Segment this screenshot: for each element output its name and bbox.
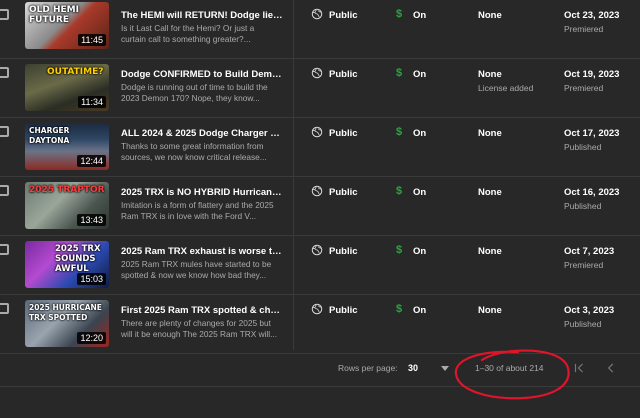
monetization-label[interactable]: On [413,246,426,257]
video-date: Oct 7, 2023 [564,246,615,257]
rows-per-page-select[interactable]: 30 [408,363,418,373]
video-date-status: Published [564,201,602,211]
restrictions-label: None [478,305,502,316]
video-thumbnail[interactable]: 2025 TRX SOUNDS AWFUL 15:03 [25,241,109,288]
video-row[interactable]: 2025 TRAPTOR 13:43 2025 TRX is NO HYBRID… [0,177,640,236]
thumbnail-text: 2025 HURRICANE TRX SPOTTED [29,303,102,322]
monetization-label[interactable]: On [413,305,426,316]
video-duration: 13:43 [77,214,106,226]
globe-icon [311,303,323,315]
visibility-label[interactable]: Public [329,69,358,80]
video-description: There are plenty of changes for 2025 but… [121,318,278,339]
video-row[interactable]: OUTATIME? 11:34 Dodge CONFIRMED to Build… [0,59,640,118]
video-date-status: Published [564,142,602,152]
dropdown-caret-icon[interactable] [441,366,449,371]
video-date-status: Premiered [564,83,604,93]
row-checkbox[interactable] [0,185,9,196]
video-description: Dodge is running out of time to build th… [121,82,268,103]
video-date: Oct 23, 2023 [564,10,620,21]
video-title[interactable]: ALL 2024 & 2025 Dodge Charger & Ch... [121,128,283,139]
video-date-status: Premiered [564,24,604,34]
video-description: Imitation is a form of flattery and the … [121,200,274,221]
video-date-status: Premiered [564,260,604,270]
visibility-label[interactable]: Public [329,246,358,257]
restrictions-sub: License added [478,83,534,93]
video-date-status: Published [564,319,602,329]
video-title[interactable]: 2025 TRX is NO HYBRID Hurricane Ra... [121,187,283,198]
thumbnail-text: 2025 TRAPTOR [29,185,105,195]
dollar-icon: $ [396,126,403,138]
globe-icon [311,244,323,256]
video-description: Is it Last Call for the Hemi? Or just a … [121,23,255,44]
previous-page-icon[interactable] [604,361,618,375]
monetization-label[interactable]: On [413,128,426,139]
visibility-label[interactable]: Public [329,305,358,316]
row-checkbox[interactable] [0,126,9,137]
pagination-footer: Rows per page: 30 1–30 of about 214 [0,350,640,387]
thumbnail-text: 2025 TRX SOUNDS AWFUL [55,244,101,274]
video-thumbnail[interactable]: 2025 TRAPTOR 13:43 [25,182,109,229]
video-duration: 11:34 [78,96,106,108]
monetization-label[interactable]: On [413,187,426,198]
video-row[interactable]: 2025 TRX SOUNDS AWFUL 15:03 2025 Ram TRX… [0,236,640,295]
restrictions-label: None [478,69,502,80]
restrictions-label: None [478,246,502,257]
restrictions-label: None [478,128,502,139]
page-range-text: 1–30 of about 214 [475,363,544,373]
video-thumbnail[interactable]: CHARGER DAYTONA 12:44 [25,123,109,170]
monetization-label[interactable]: On [413,10,426,21]
first-page-icon[interactable] [572,361,586,375]
video-date: Oct 17, 2023 [564,128,620,139]
thumbnail-text: OUTATIME? [47,67,104,77]
video-thumbnail[interactable]: 2025 HURRICANE TRX SPOTTED 12:20 [25,300,109,347]
visibility-label[interactable]: Public [329,128,358,139]
dollar-icon: $ [396,303,403,315]
globe-icon [311,185,323,197]
row-checkbox[interactable] [0,303,9,314]
video-title[interactable]: 2025 Ram TRX exhaust is worse than ... [121,246,283,257]
row-checkbox[interactable] [0,67,9,78]
video-thumbnail[interactable]: OLD HEMI FUTURE 11:45 [25,2,109,49]
video-duration: 12:20 [77,332,106,344]
video-date: Oct 16, 2023 [564,187,620,198]
visibility-label[interactable]: Public [329,187,358,198]
video-description: Thanks to some great information from so… [121,141,267,162]
thumbnail-text: CHARGER DAYTONA [29,126,70,145]
globe-icon [311,8,323,20]
video-date: Oct 19, 2023 [564,69,620,80]
dollar-icon: $ [396,8,403,20]
video-title[interactable]: Dodge CONFIRMED to Build Demon 1... [121,69,283,80]
thumbnail-text: OLD HEMI FUTURE [29,5,79,25]
video-duration: 15:03 [77,273,106,285]
video-title[interactable]: The HEMI will RETURN! Dodge lied ab... [121,10,283,21]
video-row[interactable]: CHARGER DAYTONA 12:44 ALL 2024 & 2025 Do… [0,118,640,177]
dollar-icon: $ [396,185,403,197]
row-checkbox[interactable] [0,9,9,20]
video-thumbnail[interactable]: OUTATIME? 11:34 [25,64,109,111]
video-row[interactable]: OLD HEMI FUTURE 11:45 The HEMI will RETU… [0,0,640,59]
video-duration: 11:45 [78,34,106,46]
dollar-icon: $ [396,244,403,256]
restrictions-label: None [478,10,502,21]
visibility-label[interactable]: Public [329,10,358,21]
video-title[interactable]: First 2025 Ram TRX spotted & change... [121,305,283,316]
monetization-label[interactable]: On [413,69,426,80]
globe-icon [311,67,323,79]
video-duration: 12:44 [77,155,106,167]
rows-per-page-label: Rows per page: [338,363,398,373]
video-date: Oct 3, 2023 [564,305,615,316]
column-divider [293,0,294,350]
video-row[interactable]: 2025 HURRICANE TRX SPOTTED 12:20 First 2… [0,295,640,354]
restrictions-label: None [478,187,502,198]
globe-icon [311,126,323,138]
row-checkbox[interactable] [0,244,9,255]
video-description: 2025 Ram TRX mules have started to be sp… [121,259,272,280]
dollar-icon: $ [396,67,403,79]
